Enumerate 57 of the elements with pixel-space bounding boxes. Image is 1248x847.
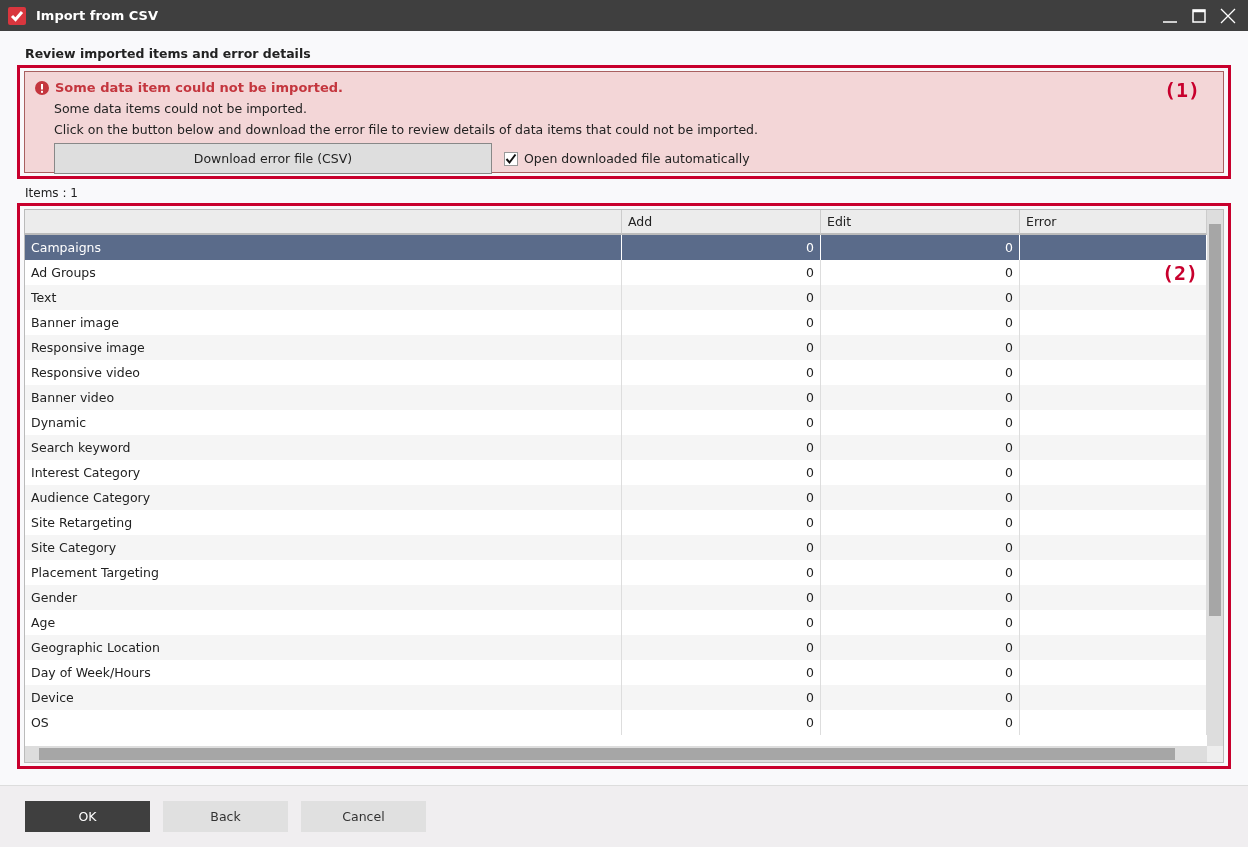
table-cell[interactable]: OS xyxy=(25,710,622,735)
table-cell: 0 xyxy=(622,235,821,260)
dialog-button[interactable]: Cancel xyxy=(301,801,426,832)
items-count: Items : 1 xyxy=(25,186,79,200)
table-cell: 0 xyxy=(821,435,1020,460)
column-header[interactable]: Error xyxy=(1020,210,1207,235)
window-title: Import from CSV xyxy=(36,8,160,23)
dialog-button[interactable]: Back xyxy=(163,801,288,832)
table-cell: 0 xyxy=(821,685,1020,710)
error-message: Click on the button below and download the error file to review details of data items that could not be imported. xyxy=(54,122,759,137)
column-header[interactable]: Add xyxy=(622,210,821,235)
table-cell: 0 xyxy=(622,285,821,310)
section-heading: Review imported items and error details xyxy=(25,46,312,61)
table-cell: 0 xyxy=(622,535,821,560)
table-cell[interactable]: Gender xyxy=(25,585,622,610)
error-title: Some data item could not be imported. xyxy=(55,80,343,95)
vertical-scrollbar[interactable] xyxy=(1207,210,1223,746)
table-cell: 0 xyxy=(821,710,1020,735)
table-cell: 0 xyxy=(622,485,821,510)
table-cell[interactable]: Site Category xyxy=(25,535,622,560)
checkbox-label: Open downloaded file automatically xyxy=(524,151,750,166)
table-cell[interactable]: Audience Category xyxy=(25,485,622,510)
table-cell[interactable]: Responsive image xyxy=(25,335,622,360)
annotation-label: (2) xyxy=(1161,261,1198,285)
dialog-button[interactable]: OK xyxy=(25,801,150,832)
table-cell: 0 xyxy=(821,485,1020,510)
table-cell[interactable]: Device xyxy=(25,685,622,710)
table-cell: 0 xyxy=(821,285,1020,310)
table-cell: 0 xyxy=(622,385,821,410)
table-cell: 0 xyxy=(622,585,821,610)
table-cell: 0 xyxy=(821,235,1020,260)
table-cell[interactable]: Campaigns xyxy=(25,235,622,260)
table-cell: 0 xyxy=(821,635,1020,660)
download-button[interactable]: Download error file (CSV) xyxy=(54,143,492,174)
horizontal-scrollbar[interactable] xyxy=(25,746,1207,762)
table-cell: 0 xyxy=(622,635,821,660)
app-logo-icon xyxy=(8,6,26,25)
checkbox[interactable] xyxy=(504,151,518,166)
error-message: Some data items could not be imported. xyxy=(54,101,308,116)
table-cell[interactable]: Search keyword xyxy=(25,435,622,460)
annotation-label: (1) xyxy=(1163,78,1200,102)
maximize-icon[interactable] xyxy=(1192,8,1206,23)
table-cell: 0 xyxy=(622,685,821,710)
table-cell: 0 xyxy=(622,710,821,735)
table-cell: 0 xyxy=(821,535,1020,560)
table-cell: 0 xyxy=(821,385,1020,410)
scrollbar-corner xyxy=(1207,746,1223,762)
table-cell: 0 xyxy=(821,585,1020,610)
table-cell[interactable]: Geographic Location xyxy=(25,635,622,660)
table-cell: 0 xyxy=(821,335,1020,360)
table-cell: 0 xyxy=(622,435,821,460)
table-cell: 0 xyxy=(622,335,821,360)
table-cell[interactable]: Text xyxy=(25,285,622,310)
error-icon xyxy=(35,80,49,95)
table-cell[interactable]: Banner video xyxy=(25,385,622,410)
column-header[interactable]: Edit xyxy=(821,210,1020,235)
close-icon[interactable] xyxy=(1220,7,1236,24)
